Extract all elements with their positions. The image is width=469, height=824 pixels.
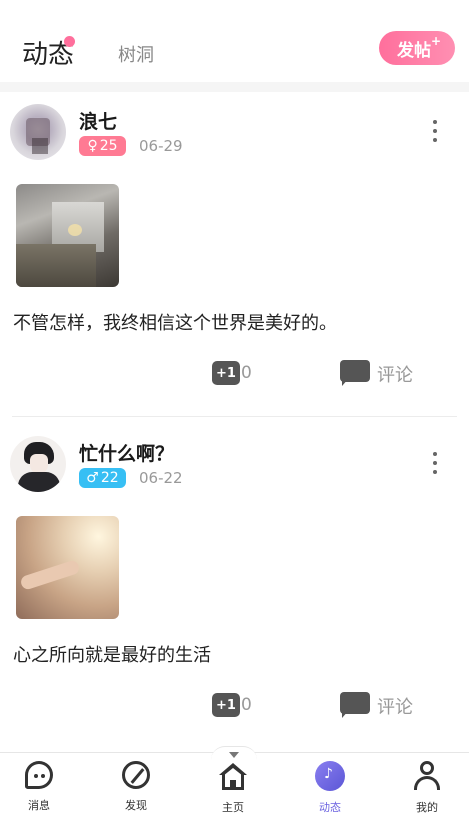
male-symbol-icon: ♂ xyxy=(86,470,99,486)
app-header: 动态 树洞 发帖 + xyxy=(0,0,469,82)
gender-age-badge: ♀ 25 xyxy=(79,136,126,156)
comment-icon xyxy=(340,360,370,387)
gender-age-badge: ♂ 22 xyxy=(79,468,126,488)
plus-one-icon: +1 xyxy=(212,693,240,717)
post-divider xyxy=(12,416,457,417)
person-icon xyxy=(412,761,442,791)
age-value: 22 xyxy=(100,470,119,486)
plus-icon: + xyxy=(430,34,441,48)
post-text: 不管怎样，我终相信这个世界是美好的。 xyxy=(13,313,337,334)
like-count: 0 xyxy=(241,363,252,383)
more-options-icon[interactable] xyxy=(425,449,445,477)
post-date: 06-29 xyxy=(139,137,183,155)
feed-post: 浪七 ♀ 25 06-29 不管怎样，我终相信这个世界是美好的。 +1 0 评论 xyxy=(0,92,469,417)
comment-button[interactable]: 评论 xyxy=(340,360,413,387)
caret-down-icon xyxy=(229,752,239,758)
post-text: 心之所向就是最好的生活 xyxy=(13,645,211,666)
new-post-label: 发帖 xyxy=(397,40,431,61)
nav-label: 消息 xyxy=(28,799,50,812)
nav-item-messages[interactable]: 消息 xyxy=(9,761,69,821)
compass-icon xyxy=(122,761,150,789)
nav-item-me[interactable]: 我的 xyxy=(397,761,457,821)
post-image[interactable] xyxy=(16,516,119,619)
avatar[interactable] xyxy=(10,436,66,492)
header-divider xyxy=(0,82,469,92)
like-count: 0 xyxy=(241,695,252,715)
dongtai-icon: ♪ xyxy=(315,761,345,791)
nav-item-discover[interactable]: 发现 xyxy=(106,761,166,821)
home-icon xyxy=(218,761,248,791)
more-options-icon[interactable] xyxy=(425,117,445,145)
avatar[interactable] xyxy=(10,104,66,160)
chat-bubble-icon xyxy=(25,761,53,789)
nav-label: 我的 xyxy=(416,801,438,814)
notification-dot xyxy=(64,36,75,47)
comment-button[interactable]: 评论 xyxy=(340,692,413,719)
comment-label: 评论 xyxy=(377,364,413,386)
nav-label: 动态 xyxy=(319,801,341,814)
comment-label: 评论 xyxy=(377,696,413,718)
nav-item-dongtai[interactable]: ♪ 动态 xyxy=(300,761,360,821)
nav-item-home[interactable]: 主页 xyxy=(203,761,263,821)
bottom-nav: 消息 发现 主页 ♪ 动态 我的 xyxy=(0,746,469,824)
new-post-button[interactable]: 发帖 + xyxy=(379,31,455,65)
like-button[interactable]: +1 0 xyxy=(212,693,252,717)
username[interactable]: 忙什么啊？ xyxy=(79,439,174,466)
age-value: 25 xyxy=(99,138,118,154)
nav-bump[interactable] xyxy=(211,746,257,760)
plus-one-icon: +1 xyxy=(212,361,240,385)
post-image[interactable] xyxy=(16,184,119,287)
post-date: 06-22 xyxy=(139,469,183,487)
comment-icon xyxy=(340,692,370,719)
like-button[interactable]: +1 0 xyxy=(212,361,252,385)
nav-label: 主页 xyxy=(222,801,244,814)
nav-label: 发现 xyxy=(125,799,147,812)
feed-post: 忙什么啊？ ♂ 22 06-22 心之所向就是最好的生活 +1 0 评论 xyxy=(0,424,469,749)
female-symbol-icon: ♀ xyxy=(87,138,98,154)
username[interactable]: 浪七 xyxy=(79,107,117,134)
tab-shudong[interactable]: 树洞 xyxy=(118,41,154,67)
